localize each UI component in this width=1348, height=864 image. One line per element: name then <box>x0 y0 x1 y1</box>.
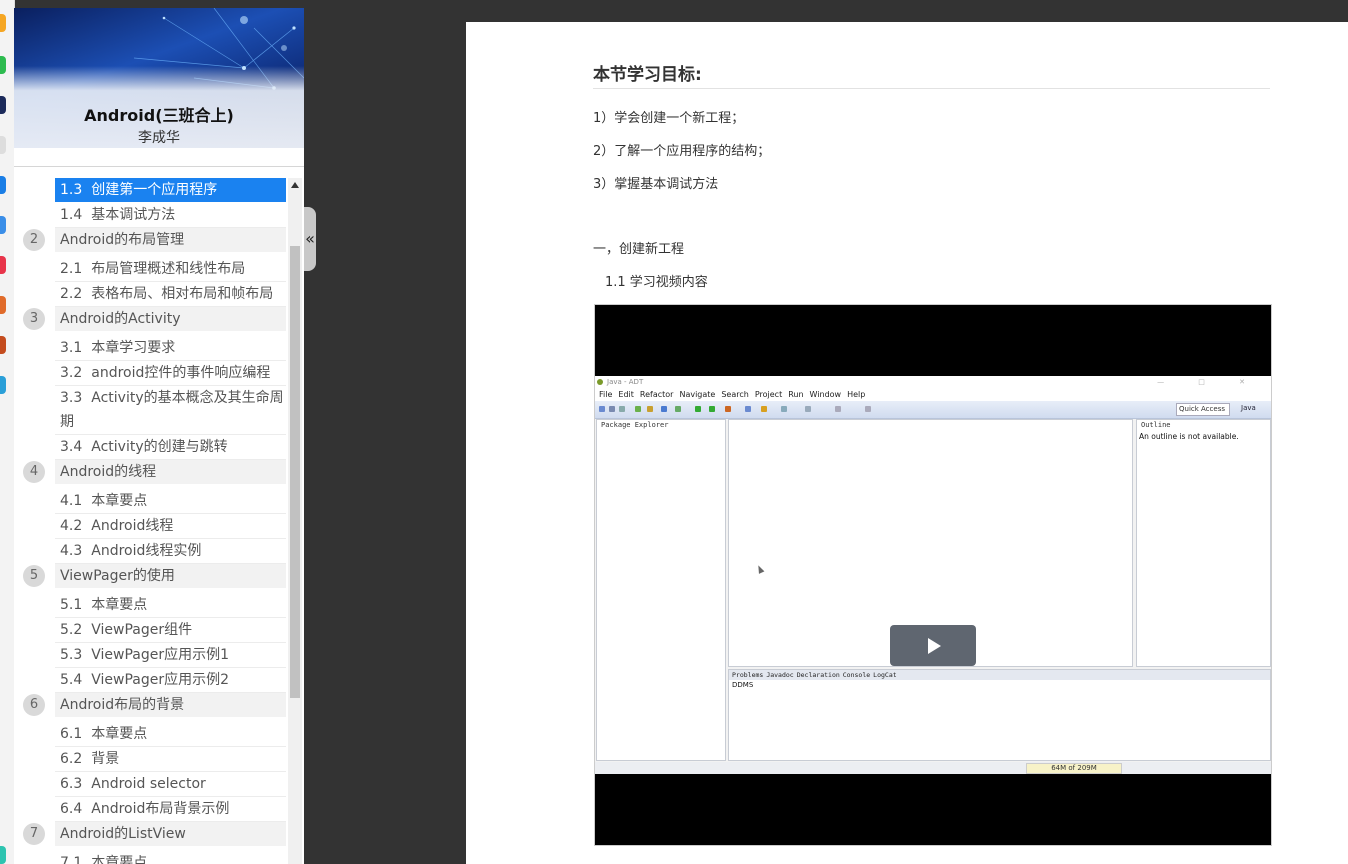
app-icon[interactable] <box>0 14 6 32</box>
package-explorer-pane: Package Explorer <box>596 419 726 761</box>
toc-section-1-3[interactable]: 1.3 创建第一个应用程序 <box>55 178 286 202</box>
play-button[interactable] <box>890 625 976 666</box>
app-icon[interactable] <box>0 256 6 274</box>
toc-section-5-1[interactable]: 5.1 本章要点 <box>55 593 286 618</box>
section-heading: 一，创建新工程 <box>593 242 685 257</box>
toc-chapter-7[interactable]: Android的ListView <box>55 822 286 846</box>
collapse-sidebar-button[interactable]: « <box>304 207 316 271</box>
play-icon <box>928 638 941 654</box>
outline-pane: Outline An outline is not available. <box>1136 419 1271 667</box>
video-player[interactable]: Java - ADT — □ ✕ File Edit Refactor Navigat… <box>594 304 1272 846</box>
chapter-number: 2 <box>23 229 45 251</box>
app-icon[interactable] <box>0 336 6 354</box>
toc-section-2-2[interactable]: 2.2 表格布局、相对布局和帧布局 <box>55 282 286 307</box>
os-dock <box>0 0 15 864</box>
toc-chapter-3[interactable]: Android的Activity <box>55 307 286 331</box>
app-icon[interactable] <box>0 96 6 114</box>
java-perspective: Java <box>1241 404 1256 412</box>
course-banner: Android(三班合上) 李成华 <box>14 8 304 148</box>
toc-chapter-5[interactable]: ViewPager的使用 <box>55 564 286 588</box>
toc-chapter-6[interactable]: Android布局的背景 <box>55 693 286 717</box>
app-icon[interactable] <box>0 176 6 194</box>
toc-section-5-4[interactable]: 5.4 ViewPager应用示例2 <box>55 668 286 693</box>
goal-item: 3）掌握基本调试方法 <box>593 177 719 192</box>
toc-section-5-3[interactable]: 5.3 ViewPager应用示例1 <box>55 643 286 668</box>
chapter-number: 6 <box>23 694 45 716</box>
goal-item: 2）了解一个应用程序的结构； <box>593 144 771 159</box>
app-icon[interactable] <box>0 216 6 234</box>
toc-section-3-2[interactable]: 3.2 android控件的事件响应编程 <box>55 361 286 386</box>
app-icon[interactable] <box>0 56 6 74</box>
toc-section-3-4[interactable]: 3.4 Activity的创建与跳转 <box>55 435 286 460</box>
eclipse-icon <box>597 379 603 385</box>
toc-scrollbar[interactable] <box>288 178 302 864</box>
scroll-up-arrow-icon[interactable] <box>291 182 299 188</box>
chapter-number: 5 <box>23 565 45 587</box>
chapter-number: 3 <box>23 308 45 330</box>
subsection-heading: 1.1 学习视频内容 <box>605 275 708 290</box>
toc-section-7-1[interactable]: 7.1 本章要点 <box>55 851 286 864</box>
toc-section-6-2[interactable]: 6.2 背景 <box>55 747 286 772</box>
app-icon[interactable] <box>0 136 6 154</box>
app-icon[interactable] <box>0 376 6 394</box>
toc-section-1-4[interactable]: 1.4 基本调试方法 <box>55 203 286 228</box>
chapter-number: 4 <box>23 461 45 483</box>
toc-section-6-3[interactable]: 6.3 Android selector <box>55 772 286 797</box>
quick-access-field: Quick Access <box>1176 403 1230 416</box>
toc-chapter-4[interactable]: Android的线程 <box>55 460 286 484</box>
toc-section-3-1[interactable]: 3.1 本章学习要求 <box>55 336 286 361</box>
ide-status-bar: 64M of 209M <box>595 762 1271 774</box>
course-teacher: 李成华 <box>138 130 180 146</box>
course-sidebar: Android(三班合上) 李成华 1.3 创建第一个应用程序 1.4 基本调试方法… <box>14 8 304 864</box>
content-page: 本节学习目标: 1）学会创建一个新工程； 2）了解一个应用程序的结构； 3）掌握… <box>466 22 1348 864</box>
heap-status: 64M of 209M <box>1026 763 1122 774</box>
video-frame: Java - ADT — □ ✕ File Edit Refactor Navigat… <box>595 376 1271 774</box>
toc-section-6-1[interactable]: 6.1 本章要点 <box>55 722 286 747</box>
app-icon[interactable] <box>0 846 6 864</box>
console-pane: Problems Javadoc Declaration Console LogCat … <box>728 669 1271 761</box>
divider <box>14 166 304 167</box>
divider <box>593 88 1270 89</box>
toc-section-5-2[interactable]: 5.2 ViewPager组件 <box>55 618 286 643</box>
ide-title-bar: Java - ADT — □ ✕ <box>595 376 1271 388</box>
toc-section-4-2[interactable]: 4.2 Android线程 <box>55 514 286 539</box>
toc-section-3-3[interactable]: 3.3 Activity的基本概念及其生命周期 <box>55 386 286 435</box>
toc-section-2-1[interactable]: 2.1 布局管理概述和线性布局 <box>55 257 286 282</box>
scroll-thumb[interactable] <box>290 246 300 698</box>
course-title: Android(三班合上) <box>84 106 234 125</box>
toc-section-4-1[interactable]: 4.1 本章要点 <box>55 489 286 514</box>
ide-menu-bar: File Edit Refactor Navigate Search Project Run… <box>595 388 1271 401</box>
toc-chapter-2[interactable]: Android的布局管理 <box>55 228 286 252</box>
goal-item: 1）学会创建一个新工程； <box>593 111 745 126</box>
chapter-number: 7 <box>23 823 45 845</box>
toc-section-6-4[interactable]: 6.4 Android布局背景示例 <box>55 797 286 822</box>
page-heading: 本节学习目标: <box>593 65 702 85</box>
toc-section-4-3[interactable]: 4.3 Android线程实例 <box>55 539 286 564</box>
app-icon[interactable] <box>0 296 6 314</box>
ide-toolbar: Quick Access Java <box>595 401 1271 419</box>
